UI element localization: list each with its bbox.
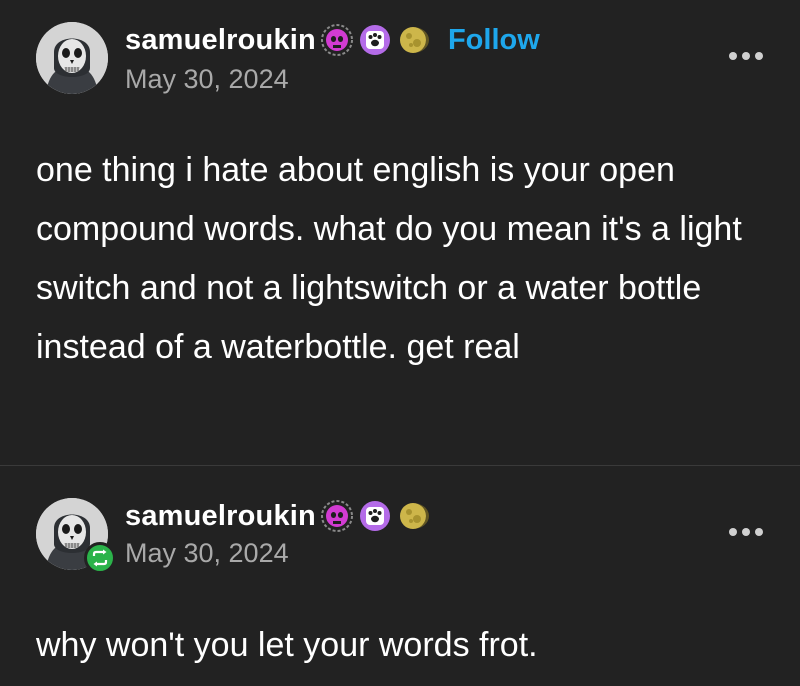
reblog-post: samuelroukin May 30, 2024 why won't you … — [0, 466, 800, 686]
post-body-text: one thing i hate about english is your o… — [36, 151, 742, 366]
skull-badge-icon[interactable] — [320, 499, 354, 533]
more-options-icon[interactable] — [726, 46, 766, 66]
follow-button[interactable]: Follow — [448, 24, 540, 57]
paw-badge-icon[interactable] — [358, 499, 392, 533]
paw-badge-icon[interactable] — [358, 23, 392, 57]
more-options-icon[interactable] — [726, 522, 766, 542]
avatar[interactable] — [36, 22, 108, 94]
post-header: samuelroukin — [125, 22, 540, 58]
reblog-icon — [84, 542, 116, 574]
post-date[interactable]: May 30, 2024 — [125, 538, 289, 569]
moon-badge-icon[interactable] — [396, 23, 430, 57]
username[interactable]: samuelroukin — [125, 24, 316, 57]
skull-badge-icon[interactable] — [320, 23, 354, 57]
post-date[interactable]: May 30, 2024 — [125, 64, 289, 95]
post-body-text: why won't you let your words frot. — [36, 626, 538, 664]
post-header: samuelroukin — [125, 498, 430, 534]
moon-badge-icon[interactable] — [396, 499, 430, 533]
username[interactable]: samuelroukin — [125, 500, 316, 533]
post: samuelroukin Follow May 30, 2024 one thi… — [0, 0, 800, 465]
